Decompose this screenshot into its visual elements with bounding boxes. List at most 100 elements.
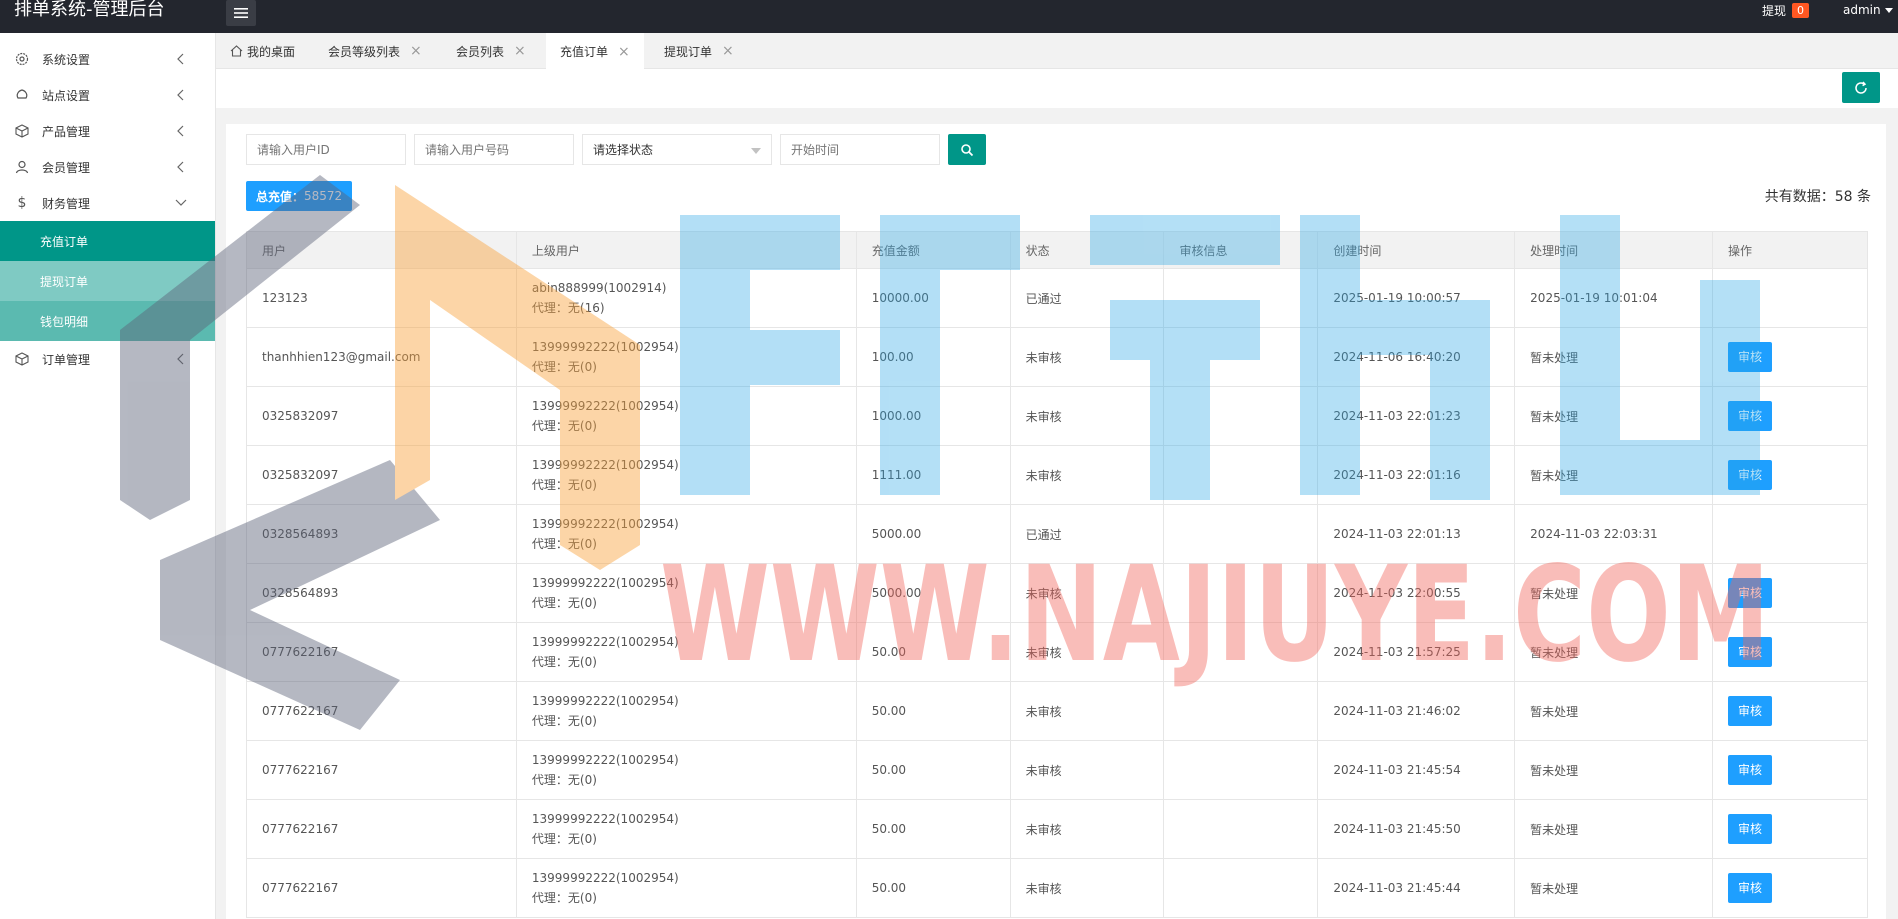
sidebar-item-orders[interactable]: 订单管理 <box>0 341 215 377</box>
table-row: 0777622167 13999992222(1002954) 代理：无(0) 50.… <box>246 622 1868 682</box>
cell-processed-time: 2025-01-19 10:01:04 <box>1514 268 1714 328</box>
table-row: 0328564893 13999992222(1002954) 代理：无(0) 500… <box>246 563 1868 623</box>
sidebar-item-label: 产品管理 <box>42 124 91 139</box>
table-row: 0325832097 13999992222(1002954) 代理：无(0) 100… <box>246 386 1868 446</box>
withdraw-label: 提现 <box>1762 3 1787 18</box>
tab-recharge-orders[interactable]: 充值订单 × <box>546 33 644 70</box>
user-id-input[interactable]: 请输入用户ID <box>246 134 406 165</box>
tab-member-levels[interactable]: 会员等级列表 × <box>314 33 436 69</box>
sidebar-subitem-wallet-details[interactable]: 钱包明细 <box>0 301 215 341</box>
audit-button[interactable]: 审核 <box>1728 342 1773 372</box>
status-select[interactable]: 请选择状态 <box>582 134 772 165</box>
audit-button[interactable]: 审核 <box>1728 696 1773 726</box>
cell-user: 0328564893 <box>246 504 517 564</box>
search-button[interactable] <box>948 134 986 165</box>
audit-button[interactable]: 审核 <box>1728 637 1773 667</box>
close-icon[interactable]: × <box>514 43 526 59</box>
table-row: 0328564893 13999992222(1002954) 代理：无(0) 500… <box>246 504 1868 564</box>
cell-parent: 13999992222(1002954) 代理：无(0) <box>515 799 857 859</box>
cell-user: 0777622167 <box>246 622 517 682</box>
audit-button[interactable]: 审核 <box>1728 873 1773 903</box>
audit-button[interactable]: 审核 <box>1728 755 1773 785</box>
tab-desktop[interactable]: 我的桌面 <box>216 33 309 69</box>
parent-user: 13999992222(1002954) <box>531 517 679 531</box>
cell-processed-time: 暂未处理 <box>1514 799 1714 859</box>
withdraw-count-badge: 0 <box>1792 2 1810 18</box>
cell-processed-time: 暂未处理 <box>1514 445 1714 505</box>
menu-toggle-button[interactable] <box>226 0 256 26</box>
tab-member-list[interactable]: 会员列表 × <box>442 33 540 69</box>
cell-created-time: 2024-11-03 22:01:23 <box>1317 386 1516 446</box>
sidebar-subitem-withdraw-orders[interactable]: 提现订单 <box>0 261 215 301</box>
total-recharge-value: 58572 <box>304 189 343 203</box>
cell-processed-time: 暂未处理 <box>1514 740 1714 800</box>
parent-user: 13999992222(1002954) <box>531 753 679 767</box>
agent-info: 代理：无(0) <box>531 596 597 610</box>
tab-label: 提现订单 <box>664 44 713 59</box>
close-icon[interactable]: × <box>410 43 422 59</box>
sidebar-item-products[interactable]: 产品管理 <box>0 113 215 149</box>
cell-amount: 50.00 <box>855 681 1011 741</box>
cell-created-time: 2024-11-03 21:46:02 <box>1317 681 1516 741</box>
audit-button[interactable]: 审核 <box>1728 401 1773 431</box>
audit-button[interactable]: 审核 <box>1728 460 1773 490</box>
recharge-orders-table: 用户 上级用户 充值金额 状态 审核信息 创建时间 处理时间 操作 123123… <box>246 231 1868 918</box>
cell-amount: 50.00 <box>855 858 1011 918</box>
cell-action: 审核 <box>1712 445 1868 505</box>
cell-parent: 13999992222(1002954) 代理：无(0) <box>515 445 857 505</box>
cell-status: 已通过 <box>1009 504 1165 564</box>
close-icon[interactable]: × <box>618 44 630 60</box>
close-icon[interactable]: × <box>722 43 734 59</box>
table-row: 123123 abin888999(1002914) 代理：无(16) 10000.0… <box>246 268 1868 328</box>
sidebar-item-members[interactable]: 会员管理 <box>0 149 215 185</box>
cell-created-time: 2024-11-03 21:45:44 <box>1317 858 1516 918</box>
record-count: 共有数据：58 条 <box>1764 189 1871 205</box>
column-header: 处理时间 <box>1514 231 1714 269</box>
sidebar-subitem-recharge-orders[interactable]: 充值订单 <box>0 221 215 261</box>
sidebar-item-label: 系统设置 <box>42 52 91 67</box>
audit-button[interactable]: 审核 <box>1728 814 1773 844</box>
tab-withdraw-orders[interactable]: 提现订单 × <box>650 33 748 69</box>
tab-bar: 我的桌面 会员等级列表 × 会员列表 × 充值订单 × 提现订单 × <box>216 33 1898 70</box>
cell-review-info <box>1163 681 1319 741</box>
cell-status: 未审核 <box>1009 799 1165 859</box>
cell-parent: 13999992222(1002954) 代理：无(0) <box>515 740 857 800</box>
chevron-left-icon <box>177 161 184 173</box>
cell-action: 审核 <box>1712 386 1868 446</box>
parent-user: 13999992222(1002954) <box>531 635 679 649</box>
sidebar-item-site-settings[interactable]: 站点设置 <box>0 77 215 113</box>
user-phone-input[interactable]: 请输入用户号码 <box>414 134 574 165</box>
dollar-icon: $ <box>17 195 27 211</box>
refresh-button[interactable] <box>1842 72 1880 103</box>
audit-button[interactable]: 审核 <box>1728 578 1773 608</box>
cell-parent: 13999992222(1002954) 代理：无(0) <box>515 386 857 446</box>
cell-created-time: 2024-11-06 16:40:20 <box>1317 327 1516 387</box>
cell-parent: 13999992222(1002954) 代理：无(0) <box>515 858 857 918</box>
cell-review-info <box>1163 327 1319 387</box>
chevron-left-icon <box>177 125 184 137</box>
cell-review-info <box>1163 386 1319 446</box>
start-time-input[interactable]: 开始时间 <box>780 134 940 165</box>
cell-created-time: 2024-11-03 22:01:16 <box>1317 445 1516 505</box>
user-menu[interactable]: admin <box>1843 0 1893 20</box>
sidebar-item-label: 订单管理 <box>42 352 91 367</box>
page-toolbar <box>216 69 1898 108</box>
column-header: 充值金额 <box>855 231 1011 269</box>
sidebar-item-system-settings[interactable]: 系统设置 <box>0 41 215 77</box>
content-card: 请输入用户ID 请输入用户号码 请选择状态 开始时间 总充值： 58572 共有… <box>226 124 1886 919</box>
sidebar-item-finance[interactable]: $ 财务管理 <box>0 185 215 221</box>
cell-amount: 1000.00 <box>855 386 1011 446</box>
agent-info: 代理：无(0) <box>531 655 597 669</box>
chevron-left-icon <box>177 89 184 101</box>
top-header: 排单系统-管理后台 提现 0 admin <box>0 0 1898 33</box>
cell-amount: 100.00 <box>855 327 1011 387</box>
parent-user: 13999992222(1002954) <box>531 576 679 590</box>
cell-action: 审核 <box>1712 327 1868 387</box>
cell-action: 审核 <box>1712 563 1868 623</box>
withdraw-notice[interactable]: 提现 0 <box>1762 0 1810 20</box>
chevron-left-icon <box>177 353 184 365</box>
cell-action: 审核 <box>1712 799 1868 859</box>
cell-review-info <box>1163 504 1319 564</box>
cell-processed-time: 2024-11-03 22:03:31 <box>1514 504 1714 564</box>
agent-info: 代理：无(16) <box>531 301 605 315</box>
